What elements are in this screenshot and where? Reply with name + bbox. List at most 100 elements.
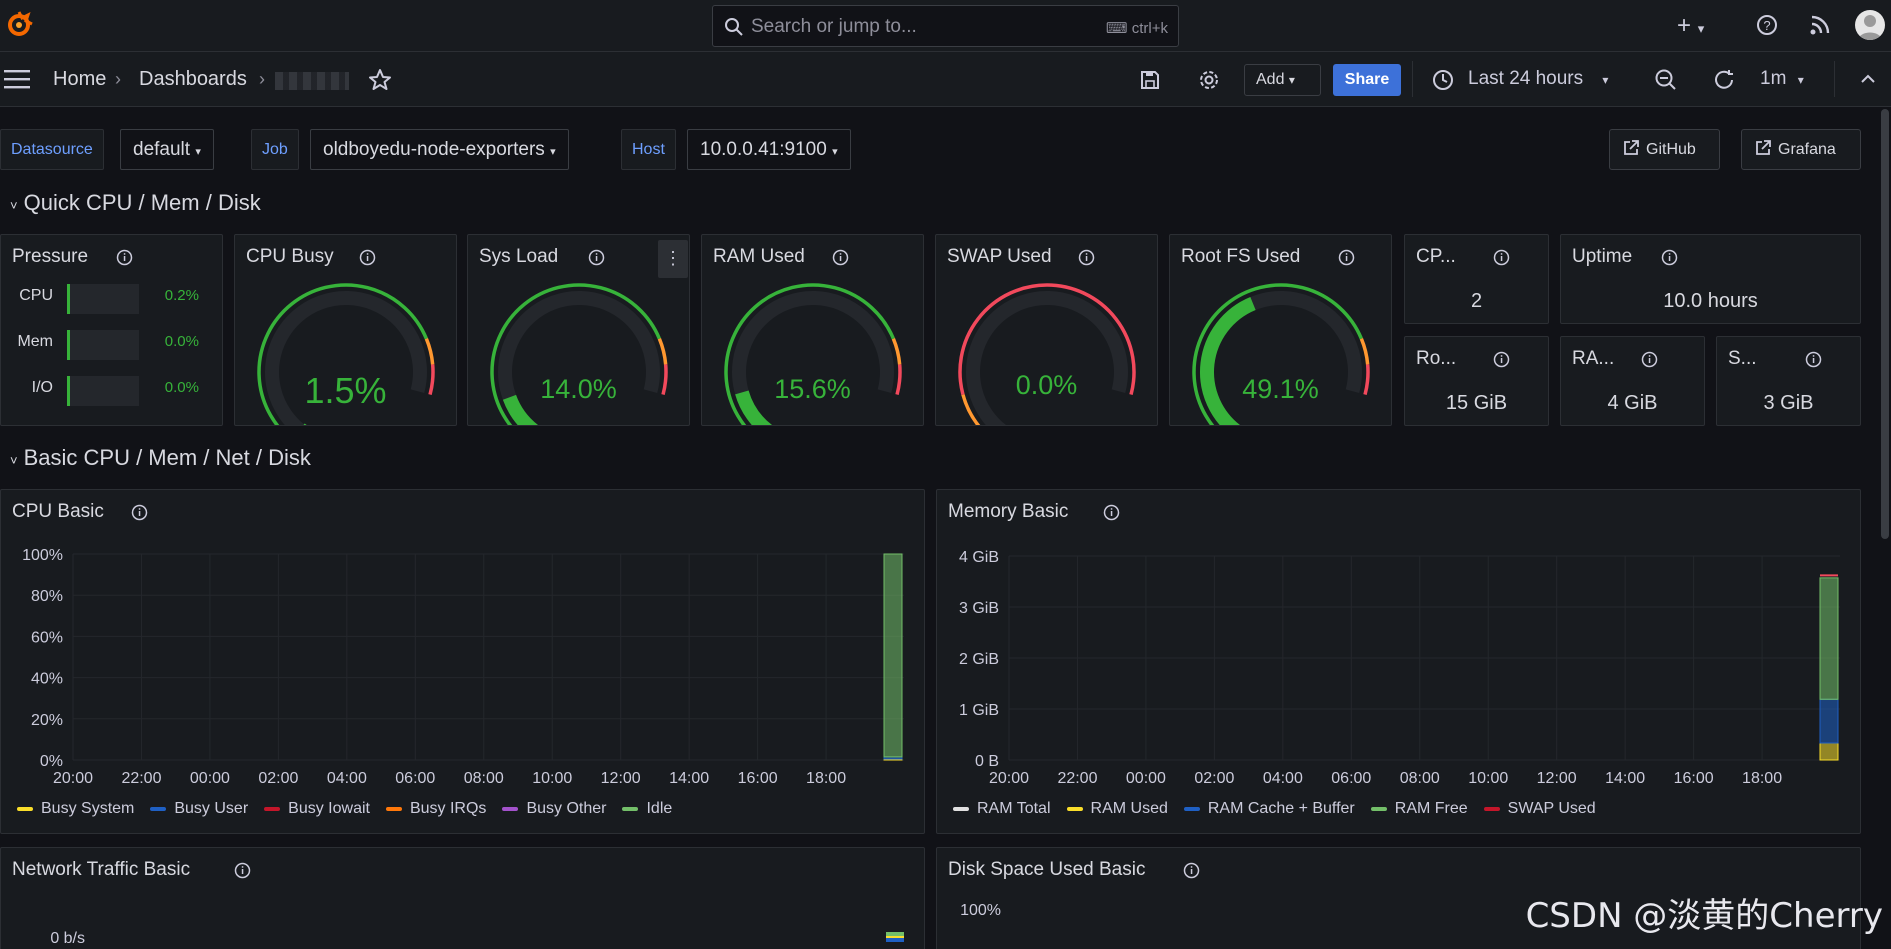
info-icon[interactable] bbox=[1641, 351, 1658, 368]
news-rss-icon[interactable] bbox=[1809, 14, 1831, 41]
info-icon[interactable] bbox=[1493, 249, 1510, 266]
series-area-ram-cache-buffer bbox=[1819, 698, 1839, 744]
panel-cpu-basic[interactable]: CPU Basic 0% 20% 40% 60% 80% 100% 20:00 22:00 00… bbox=[0, 489, 925, 834]
share-button[interactable]: Share bbox=[1333, 64, 1401, 96]
panel-menu-kebab-icon[interactable]: ⋮ bbox=[658, 240, 688, 278]
panel-rootfs-total[interactable]: Ro... 15 GiB bbox=[1404, 336, 1549, 426]
legend-item[interactable]: Busy IRQs bbox=[385, 800, 486, 818]
info-icon[interactable] bbox=[588, 249, 605, 266]
panel-gauge-swap-used[interactable]: SWAP Used 0.0% bbox=[935, 234, 1158, 426]
star-favorite-icon[interactable] bbox=[368, 68, 392, 97]
user-avatar[interactable] bbox=[1855, 10, 1885, 40]
panel-memory-basic[interactable]: Memory Basic 0 B1 GiB 2 GiB 3 GiB 4 GiB 20:0… bbox=[936, 489, 1861, 834]
legend-swatch bbox=[385, 806, 402, 811]
info-icon[interactable] bbox=[359, 249, 376, 266]
zoom-out-icon[interactable] bbox=[1654, 68, 1678, 97]
info-icon[interactable] bbox=[1078, 249, 1095, 266]
panel-gauge-cpu-busy[interactable]: CPU Busy 1.5% bbox=[234, 234, 457, 426]
legend-item[interactable]: RAM Free bbox=[1370, 800, 1468, 818]
y-tick-label: 1 GiB bbox=[959, 702, 999, 719]
panel-ram-total[interactable]: RA... 4 GiB bbox=[1560, 336, 1705, 426]
y-tick-label: 0 B bbox=[975, 753, 999, 770]
panel-title: Ro... bbox=[1416, 348, 1457, 369]
legend-item[interactable]: RAM Used bbox=[1066, 800, 1168, 818]
x-tick-label: 04:00 bbox=[327, 770, 367, 787]
info-icon[interactable] bbox=[1493, 351, 1510, 368]
dashboard-settings-gear-icon[interactable] bbox=[1197, 68, 1221, 97]
panel-cpu-cores[interactable]: CP... 2 bbox=[1404, 234, 1549, 324]
info-icon[interactable] bbox=[832, 249, 849, 266]
info-icon[interactable] bbox=[116, 249, 133, 266]
chevron-down-icon: ▾ bbox=[832, 146, 838, 158]
legend-item[interactable]: Idle bbox=[622, 800, 672, 818]
toolbar-divider bbox=[1412, 61, 1413, 97]
save-dashboard-icon[interactable] bbox=[1139, 69, 1161, 96]
menu-hamburger-icon[interactable] bbox=[4, 69, 30, 94]
panel-gauge-ram-used[interactable]: RAM Used 15.6% bbox=[701, 234, 924, 426]
legend-label: Busy System bbox=[41, 800, 135, 817]
x-tick-label: 18:00 bbox=[806, 770, 846, 787]
grafana-link-button[interactable]: Grafana bbox=[1741, 129, 1861, 170]
chevron-down-icon: ▾ bbox=[1288, 73, 1295, 87]
info-icon[interactable] bbox=[234, 862, 251, 879]
info-icon[interactable] bbox=[1338, 249, 1355, 266]
time-range-picker[interactable]: Last 24 hours ▾ bbox=[1468, 68, 1608, 90]
panel-gauge-sys-load[interactable]: Sys Load ⋮ 14.0% bbox=[467, 234, 690, 426]
grafana-logo-icon[interactable] bbox=[4, 10, 34, 45]
x-tick-label: 22:00 bbox=[1057, 770, 1097, 787]
help-icon[interactable]: ? bbox=[1756, 14, 1778, 41]
panel-title: Sys Load bbox=[479, 246, 559, 267]
legend-label: Idle bbox=[646, 800, 673, 817]
panel-pressure[interactable]: Pressure CPU 0.2% Mem 0.0% I/O 0.0% bbox=[0, 234, 223, 426]
search-input[interactable]: Search or jump to... ⌨ ctrl+k bbox=[712, 5, 1179, 47]
legend-item[interactable]: Busy Iowait bbox=[264, 800, 370, 818]
page-scrollbar[interactable] bbox=[1881, 109, 1889, 539]
collapse-chevron-up-icon[interactable] bbox=[1858, 69, 1878, 94]
panel-network-traffic-basic[interactable]: Network Traffic Basic 0 b/s bbox=[0, 847, 925, 949]
svg-text:?: ? bbox=[1763, 18, 1770, 33]
breadcrumb-home[interactable]: Home bbox=[53, 68, 106, 91]
timeseries-svg: 0 B 1 GiB 2 GiB 3 GiB 4 GiB 20:00 22:00 00:00 02… bbox=[959, 549, 1840, 787]
y-tick-label: 80% bbox=[31, 588, 63, 605]
info-icon[interactable] bbox=[1661, 249, 1678, 266]
y-tick-label: 3 GiB bbox=[959, 600, 999, 617]
breadcrumb-dashboards[interactable]: Dashboards bbox=[139, 68, 247, 91]
legend-swatch bbox=[1066, 806, 1083, 811]
legend-swatch bbox=[953, 806, 969, 811]
panel-title: CPU Busy bbox=[246, 246, 334, 267]
chart-legend: RAM Total RAM Used RAM Cache + Buffer RAM F… bbox=[953, 800, 1596, 818]
variable-select-host[interactable]: 10.0.0.41:9100 ▾ bbox=[687, 129, 851, 170]
panel-gauge-root-fs-used[interactable]: Root FS Used 49.1% bbox=[1169, 234, 1392, 426]
add-button[interactable]: Add ▾ bbox=[1244, 64, 1321, 96]
external-link-icon bbox=[1756, 140, 1771, 155]
refresh-interval-picker[interactable]: 1m ▾ bbox=[1760, 68, 1804, 90]
info-icon[interactable] bbox=[1183, 862, 1200, 879]
legend-item[interactable]: Busy User bbox=[150, 800, 248, 818]
variable-select-datasource[interactable]: default ▾ bbox=[120, 129, 214, 170]
info-icon[interactable] bbox=[1805, 351, 1822, 368]
variable-select-job[interactable]: oldboyedu-node-exporters ▾ bbox=[310, 129, 569, 170]
github-link-button[interactable]: GitHub bbox=[1609, 129, 1720, 170]
legend-item[interactable]: RAM Cache + Buffer bbox=[1183, 800, 1355, 818]
legend-label: Busy Iowait bbox=[288, 800, 370, 817]
breadcrumb-separator-icon: › bbox=[115, 69, 121, 89]
row-basic-cpu-mem-net-disk[interactable]: ˅ Basic CPU / Mem / Net / Disk bbox=[10, 445, 311, 471]
network-series-bar bbox=[886, 932, 904, 942]
gauge-value: 49.1% bbox=[1242, 374, 1319, 404]
chevron-down-icon: ▾ bbox=[1602, 73, 1609, 87]
panel-uptime[interactable]: Uptime 10.0 hours bbox=[1560, 234, 1861, 324]
breadcrumb-dashboard-title-redacted[interactable] bbox=[275, 72, 349, 90]
new-menu-plus-icon[interactable]: + ▾ bbox=[1677, 12, 1704, 40]
y-tick-label: 100% bbox=[22, 547, 63, 564]
row-quick-cpu-mem-disk[interactable]: ˅ Quick CPU / Mem / Disk bbox=[10, 190, 261, 216]
legend-item[interactable]: Busy Other bbox=[502, 800, 606, 818]
refresh-icon[interactable] bbox=[1712, 68, 1736, 97]
legend-item[interactable]: RAM Total bbox=[953, 800, 1051, 818]
panel-swap-total[interactable]: S... 3 GiB bbox=[1716, 336, 1861, 426]
legend-item[interactable]: SWAP Used bbox=[1483, 800, 1596, 818]
pressure-label: CPU bbox=[19, 287, 53, 304]
time-range-label: Last 24 hours bbox=[1468, 68, 1584, 89]
legend-label: RAM Cache + Buffer bbox=[1207, 800, 1355, 817]
legend-item[interactable]: Busy System bbox=[17, 800, 134, 818]
pressure-label: I/O bbox=[31, 379, 53, 396]
